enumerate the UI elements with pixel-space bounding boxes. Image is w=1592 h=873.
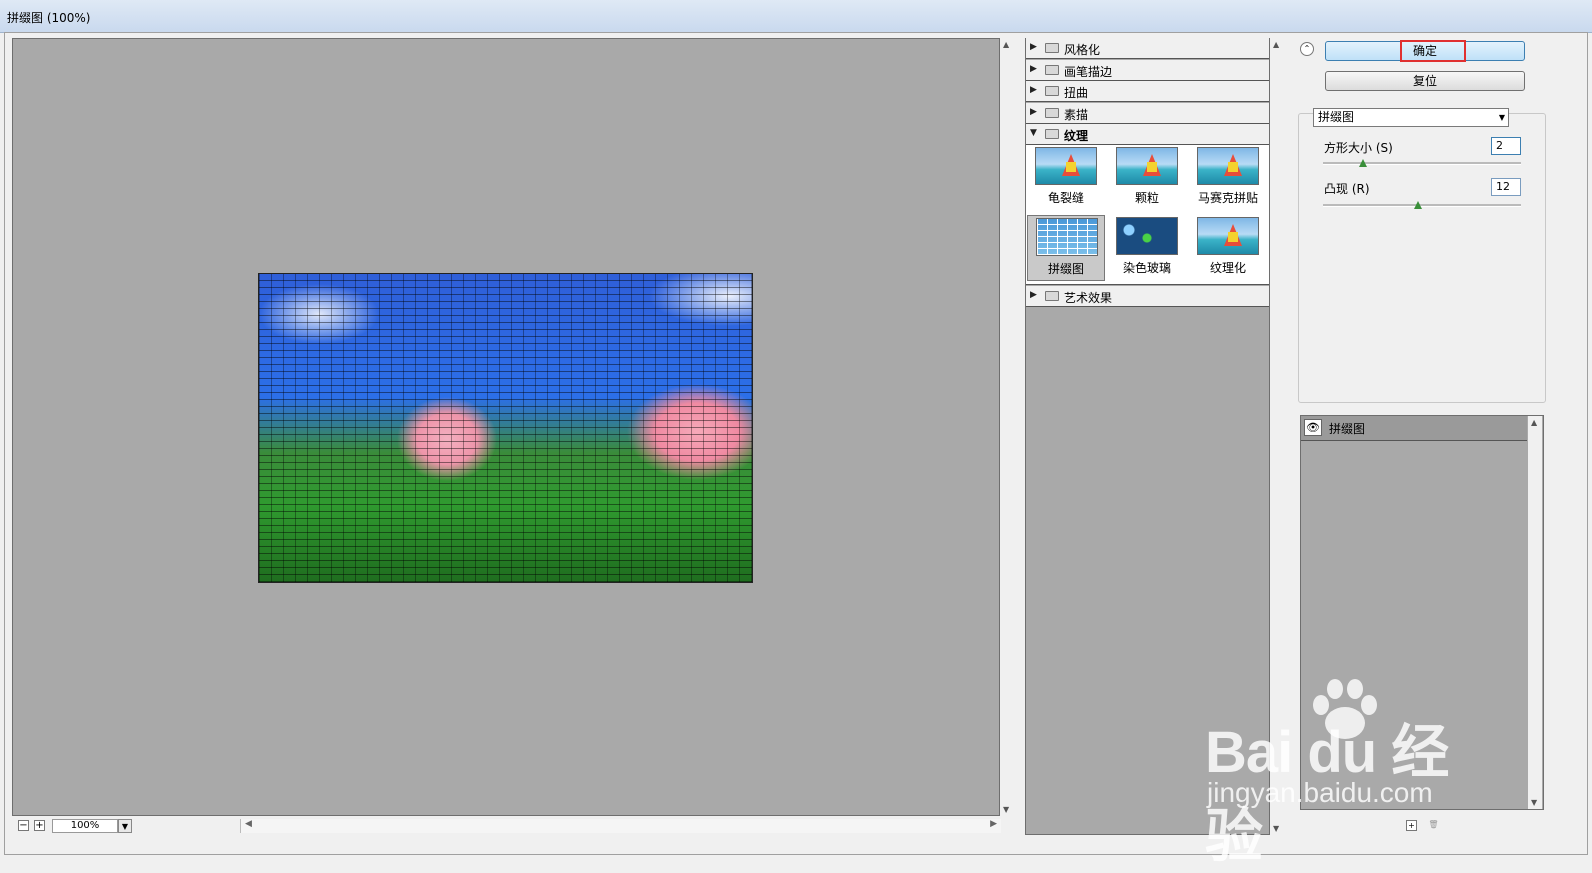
filter-select[interactable]: 拼缀图 ▼ xyxy=(1313,108,1509,127)
preview-image xyxy=(258,273,753,583)
scroll-left-icon[interactable]: ◀ xyxy=(245,819,252,829)
texture-thumbnails: 龟裂缝 颗粒 马赛克拼贴 拼缀图 染色玻璃 纹理化 xyxy=(1026,145,1269,285)
title-bar: 拼缀图 (100%) xyxy=(0,0,1592,33)
watermark-url: jingyan.baidu.com xyxy=(1207,777,1433,808)
preview-status-bar: − + 100% ▼ ◀ ▶ xyxy=(12,818,1001,834)
grain-thumb-icon xyxy=(1116,147,1178,185)
window-title: 拼缀图 (100%) xyxy=(7,11,91,25)
filter-label: 纹理化 xyxy=(1209,261,1246,275)
folder-icon xyxy=(1045,108,1059,118)
folder-open-icon xyxy=(1045,129,1059,139)
square-size-input[interactable]: 2 xyxy=(1491,137,1521,155)
category-artistic[interactable]: ▶ 艺术效果 xyxy=(1026,286,1269,307)
collapse-gallery-icon[interactable]: ⌃ xyxy=(1300,42,1314,56)
filter-label: 马赛克拼贴 xyxy=(1197,191,1258,205)
filter-select-value: 拼缀图 xyxy=(1318,110,1355,124)
stained-glass-thumb-icon xyxy=(1116,217,1178,255)
category-label: 纹理 xyxy=(1064,129,1089,143)
eye-visibility-icon[interactable]: 👁 xyxy=(1304,419,1322,436)
category-brush-strokes[interactable]: ▶ 画笔描边 xyxy=(1026,60,1269,81)
patchwork-thumb-icon xyxy=(1036,218,1098,256)
relief-label: 凸现 (R) xyxy=(1324,182,1370,196)
craquelure-thumb-icon xyxy=(1035,147,1097,185)
folder-icon xyxy=(1045,291,1059,301)
expand-arrow-icon[interactable]: ▶ xyxy=(1030,107,1037,117)
filter-craquelure[interactable]: 龟裂缝 xyxy=(1027,145,1105,211)
square-size-slider-thumb[interactable] xyxy=(1358,159,1367,167)
square-size-slider-track[interactable] xyxy=(1323,162,1521,165)
filter-label: 染色玻璃 xyxy=(1122,261,1171,275)
category-distort[interactable]: ▶ 扭曲 xyxy=(1026,81,1269,102)
category-sketch[interactable]: ▶ 素描 xyxy=(1026,103,1269,124)
baidu-watermark: Bai du 经验 jingyan.baidu.com xyxy=(1205,675,1505,869)
zoom-out-button[interactable]: − xyxy=(18,820,29,831)
category-label: 扭曲 xyxy=(1064,86,1089,100)
relief-input[interactable]: 12 xyxy=(1491,178,1521,196)
scroll-down-icon[interactable]: ▼ xyxy=(1003,805,1009,814)
scroll-up-icon[interactable]: ▲ xyxy=(1003,40,1009,49)
filter-label: 龟裂缝 xyxy=(1047,191,1084,205)
category-stylize[interactable]: ▶ 风格化 xyxy=(1026,38,1269,59)
effect-layer-row[interactable]: 👁 拼缀图 xyxy=(1301,416,1527,441)
folder-icon xyxy=(1045,86,1059,96)
square-size-label: 方形大小 (S) xyxy=(1324,141,1393,155)
scroll-up-icon[interactable]: ▲ xyxy=(1531,418,1537,427)
chevron-down-icon[interactable]: ▼ xyxy=(1499,109,1505,126)
filter-stained-glass[interactable]: 染色玻璃 xyxy=(1108,215,1186,281)
filter-texturizer[interactable]: 纹理化 xyxy=(1189,215,1267,281)
zoom-in-button[interactable]: + xyxy=(34,820,45,831)
expand-arrow-icon[interactable]: ▶ xyxy=(1030,85,1037,95)
filter-patchwork[interactable]: 拼缀图 xyxy=(1027,215,1105,281)
layers-scrollbar[interactable]: ▲ ▼ xyxy=(1528,416,1542,809)
category-label: 画笔描边 xyxy=(1064,65,1113,79)
scroll-down-icon[interactable]: ▼ xyxy=(1531,798,1537,807)
expand-arrow-icon[interactable]: ▶ xyxy=(1030,290,1037,300)
filter-grain[interactable]: 颗粒 xyxy=(1108,145,1186,211)
filter-mosaic-tiles[interactable]: 马赛克拼贴 xyxy=(1189,145,1267,211)
filter-options-panel xyxy=(1298,113,1546,403)
folder-icon xyxy=(1045,43,1059,53)
zoom-dropdown-icon[interactable]: ▼ xyxy=(118,819,132,833)
filter-label: 颗粒 xyxy=(1134,191,1159,205)
folder-icon xyxy=(1045,65,1059,75)
category-label: 艺术效果 xyxy=(1064,291,1113,305)
preview-horizontal-scrollbar[interactable]: ◀ ▶ xyxy=(240,819,1001,833)
expand-arrow-icon[interactable]: ▶ xyxy=(1030,42,1037,52)
collapse-arrow-icon[interactable]: ▼ xyxy=(1030,128,1037,138)
reset-button[interactable]: 复位 xyxy=(1325,71,1525,91)
category-label: 风格化 xyxy=(1064,43,1101,57)
relief-slider-thumb[interactable] xyxy=(1414,201,1423,209)
preview-vertical-scrollbar[interactable]: ▲ ▼ xyxy=(1000,38,1014,816)
category-label: 素描 xyxy=(1064,108,1089,122)
annotation-highlight-box xyxy=(1400,40,1466,62)
zoom-level-field[interactable]: 100% xyxy=(52,819,118,833)
layer-label: 拼缀图 xyxy=(1329,422,1366,436)
mosaic-tiles-thumb-icon xyxy=(1197,147,1259,185)
filter-label: 拼缀图 xyxy=(1047,262,1084,276)
scroll-right-icon[interactable]: ▶ xyxy=(990,819,997,829)
texturizer-thumb-icon xyxy=(1197,217,1259,255)
scroll-up-icon[interactable]: ▲ xyxy=(1273,40,1279,49)
expand-arrow-icon[interactable]: ▶ xyxy=(1030,64,1037,74)
category-texture[interactable]: ▼ 纹理 xyxy=(1026,124,1269,145)
